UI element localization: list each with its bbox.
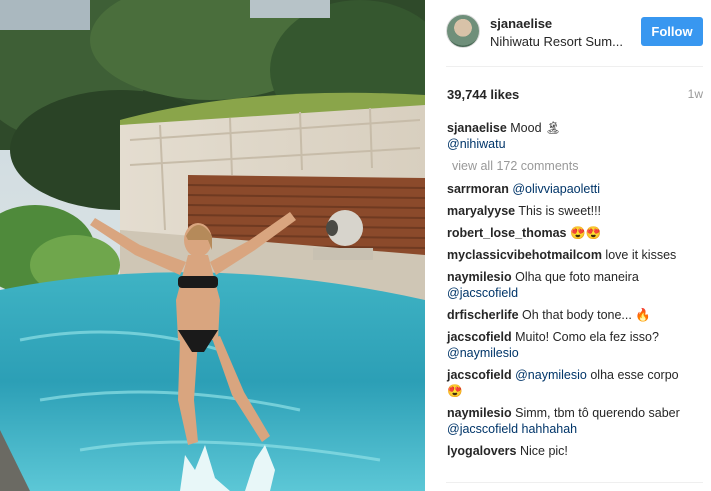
comment-text: Olha que foto maneira: [515, 270, 639, 284]
view-all-comments-link[interactable]: view all 172 comments: [452, 158, 707, 174]
comment-username[interactable]: naymilesio: [447, 406, 512, 420]
comment-username[interactable]: robert_lose_thomas: [447, 226, 566, 240]
comment-username[interactable]: naymilesio: [447, 270, 512, 284]
comment-username[interactable]: drfischerlife: [447, 308, 519, 322]
comment-username[interactable]: sarrmoran: [447, 182, 509, 196]
comment-mention[interactable]: @jacscofield: [447, 286, 518, 300]
comment-text: Muito! Como ela fez isso?: [515, 330, 659, 344]
post-photo[interactable]: [0, 0, 425, 491]
comment-row: jacscofield Muito! Como ela fez isso? @n…: [447, 329, 707, 361]
footer-divider: [446, 482, 703, 483]
comment-row: naymilesio Simm, tbm tô querendo saber @…: [447, 405, 707, 437]
comment-text: Nice pic!: [519, 444, 568, 458]
post-age[interactable]: 1w: [688, 87, 703, 101]
caption-username[interactable]: sjanaelise: [447, 121, 507, 135]
comment-mention[interactable]: @naymilesio: [515, 368, 587, 382]
comments-fade: [425, 475, 711, 491]
comment-mention[interactable]: @jacscofield hahhahah: [447, 422, 577, 436]
comment-row: maryalyyse This is sweet!!!: [447, 203, 707, 219]
comment-row: drfischerlife Oh that body tone... 🔥: [447, 307, 707, 323]
post-location[interactable]: Nihiwatu Resort Sum...: [490, 34, 623, 49]
caption-text: Mood 🏝: [510, 121, 561, 135]
instagram-post-modal: sjanaelise Nihiwatu Resort Sum... Follow…: [0, 0, 711, 491]
comment-row: sarrmoran @olivviapaoletti: [447, 181, 707, 197]
comment-text: This is sweet!!!: [518, 204, 602, 218]
comment-username[interactable]: jacscofield: [447, 330, 512, 344]
comment-text: love it kisses: [605, 248, 677, 262]
comments-list: sjanaelise Mood 🏝 @nihiwatu view all 172…: [447, 120, 707, 465]
likes-count[interactable]: 39,744 likes: [447, 87, 519, 102]
comment-mention[interactable]: @naymilesio: [447, 346, 519, 360]
comment-username[interactable]: jacscofield: [447, 368, 512, 382]
comment-mention[interactable]: @olivviapaoletti: [512, 182, 600, 196]
caption: sjanaelise Mood 🏝 @nihiwatu: [447, 120, 707, 152]
header-divider: [446, 66, 703, 67]
comment-text: olha esse corpo: [590, 368, 679, 382]
author-username[interactable]: sjanaelise: [490, 16, 552, 31]
comment-row: naymilesio Olha que foto maneira @jacsco…: [447, 269, 707, 301]
follow-button[interactable]: Follow: [641, 17, 703, 46]
avatar[interactable]: [446, 14, 480, 48]
comment-text: Simm, tbm tô querendo saber: [515, 406, 680, 420]
post-header: sjanaelise Nihiwatu Resort Sum... Follow: [425, 0, 711, 66]
post-image: [0, 0, 425, 491]
comment-username[interactable]: myclassicvibehotmailcom: [447, 248, 602, 262]
comment-text: 😍😍: [569, 226, 602, 240]
caption-mention[interactable]: @nihiwatu: [447, 137, 506, 151]
comment-row: myclassicvibehotmailcom love it kisses: [447, 247, 707, 263]
comment-row: robert_lose_thomas 😍😍: [447, 225, 707, 241]
comment-username[interactable]: maryalyyse: [447, 204, 515, 218]
comment-text: Oh that body tone... 🔥: [522, 308, 651, 322]
comment-row: lyogalovers Nice pic!: [447, 443, 707, 459]
comment-username[interactable]: lyogalovers: [447, 444, 516, 458]
comment-row: jacscofield @naymilesio olha esse corpo …: [447, 367, 707, 399]
post-sidebar: sjanaelise Nihiwatu Resort Sum... Follow…: [425, 0, 711, 491]
comment-emoji: 😍: [447, 384, 463, 398]
